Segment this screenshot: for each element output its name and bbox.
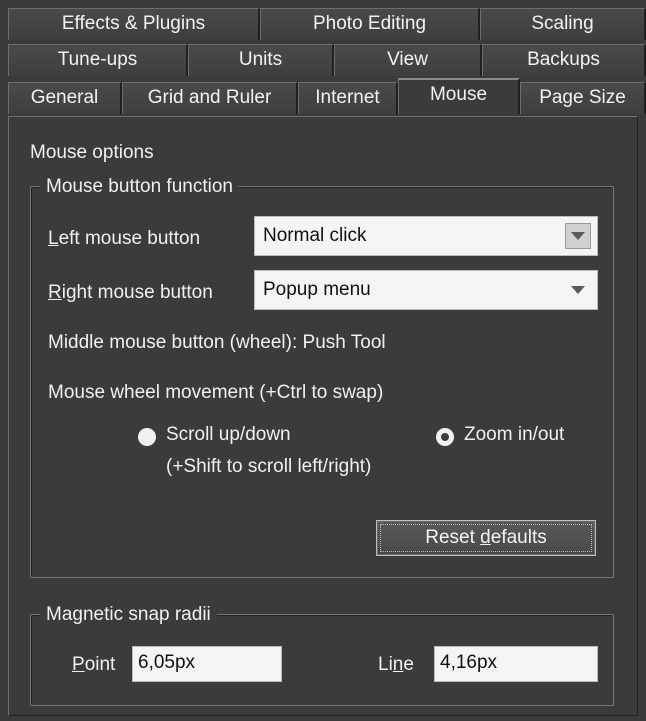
tab-tune-ups[interactable]: Tune-ups: [8, 44, 188, 76]
right-mouse-button-label: Right mouse button: [48, 282, 213, 303]
right-mouse-button-value: Popup menu: [263, 279, 371, 300]
line-label: Line: [378, 654, 414, 675]
tab-photo-editing[interactable]: Photo Editing: [260, 8, 480, 40]
scroll-shift-hint: (+Shift to scroll left/right): [166, 456, 372, 477]
mouse-wheel-movement-label: Mouse wheel movement (+Ctrl to swap): [48, 382, 384, 403]
right-mouse-button-select[interactable]: Popup menu: [254, 270, 598, 310]
scroll-up-down-radio[interactable]: [138, 428, 156, 446]
left-mouse-button-value: Normal click: [263, 225, 367, 246]
zoom-in-out-label[interactable]: Zoom in/out: [464, 424, 564, 446]
point-radius-input[interactable]: 6,05px: [132, 646, 282, 682]
scroll-up-down-label[interactable]: Scroll up/down: [166, 424, 291, 446]
dropdown-arrow-icon[interactable]: [565, 277, 591, 303]
tab-page-size[interactable]: Page Size: [520, 82, 646, 114]
tab-view[interactable]: View: [334, 44, 482, 76]
left-mouse-button-select[interactable]: Normal click: [254, 216, 598, 256]
left-mouse-button-label: Left mouse button: [48, 228, 201, 249]
tab-general[interactable]: General: [8, 82, 122, 114]
dropdown-arrow-icon[interactable]: [565, 223, 591, 249]
section-title: Mouse options: [30, 142, 154, 163]
tab-internet[interactable]: Internet: [298, 82, 398, 114]
tab-units[interactable]: Units: [188, 44, 334, 76]
tab-scaling[interactable]: Scaling: [480, 8, 646, 40]
tab-strip: Effects & Plugins Photo Editing Scaling …: [0, 0, 646, 118]
middle-mouse-button-info: Middle mouse button (wheel): Push Tool: [48, 332, 386, 353]
reset-defaults-button[interactable]: Reset defaults: [376, 520, 596, 556]
point-label: Point: [72, 654, 116, 675]
line-radius-input[interactable]: 4,16px: [434, 646, 598, 682]
tab-grid-and-ruler[interactable]: Grid and Ruler: [122, 82, 298, 114]
zoom-in-out-radio[interactable]: [436, 428, 454, 446]
tab-effects-plugins[interactable]: Effects & Plugins: [8, 8, 260, 40]
tab-backups[interactable]: Backups: [482, 44, 646, 76]
tab-mouse[interactable]: Mouse: [398, 78, 520, 114]
magnetic-snap-radii-title: Magnetic snap radii: [40, 604, 217, 626]
mouse-button-function-title: Mouse button function: [40, 176, 239, 198]
focus-ring: [380, 524, 592, 552]
